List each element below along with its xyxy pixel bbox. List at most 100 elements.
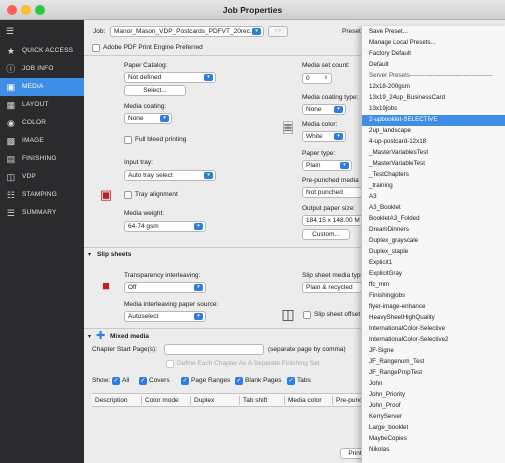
job-select[interactable]: Manor_Mason_VDP_Postcards_PDFVT_20rec.pd… <box>110 26 264 37</box>
mixed-media-disclosure-icon[interactable]: ▾ <box>88 333 91 340</box>
menu-item[interactable]: HeavySheetHighQuality <box>362 313 505 324</box>
show-all-checkbox[interactable]: ✓ <box>112 377 120 385</box>
column-header[interactable]: Tab shift <box>243 397 267 404</box>
sidebar-item-summary[interactable]: ☰ SUMMARY <box>0 204 84 222</box>
media-set-count-stepper[interactable]: 0 ⇕ <box>302 73 332 84</box>
menu-item-manage-presets[interactable]: Manage Local Presets... <box>362 38 505 49</box>
summary-icon: ☰ <box>6 208 16 218</box>
menu-item[interactable]: A3_Booklet <box>362 203 505 214</box>
sidebar-item-stamping[interactable]: ☷ STAMPING <box>0 186 84 204</box>
menu-item[interactable]: John_Priority <box>362 390 505 401</box>
sidebar-item-label: QUICK ACCESS <box>22 47 74 54</box>
menu-item[interactable]: 13x19_24up_BusinessCard <box>362 93 505 104</box>
separate-hint: (separate page by comma) <box>268 346 346 353</box>
interleave-source-select[interactable]: Autoselect ▾ <box>124 311 206 322</box>
column-separator <box>141 396 142 405</box>
full-bleed-checkbox[interactable] <box>124 136 132 144</box>
adobe-pdf-checkbox[interactable] <box>92 44 100 52</box>
custom-size-button[interactable]: Custom... <box>302 229 350 240</box>
stepper-arrows-icon[interactable]: ⇕ <box>324 74 328 83</box>
menu-item[interactable]: _TestChapters <box>362 170 505 181</box>
menu-item[interactable]: 13x19jobs <box>362 104 505 115</box>
transparency-select[interactable]: Off ▾ <box>124 282 206 293</box>
menu-item[interactable]: 2up_landscape <box>362 126 505 137</box>
menu-item[interactable]: _MasterVariableTest <box>362 159 505 170</box>
show-all-label: All <box>122 377 130 384</box>
menu-item[interactable]: Explicit1 <box>362 258 505 269</box>
menu-item[interactable]: flyer-image-enhance <box>362 302 505 313</box>
separate-finishing-set-checkbox[interactable] <box>166 360 174 368</box>
menu-item[interactable]: Finishingjobs <box>362 291 505 302</box>
job-properties-window: Job Properties ☰ ★ QUICK ACCESS ⓘ JOB IN… <box>0 0 505 463</box>
menu-item[interactable]: JF-Signe <box>362 346 505 357</box>
show-covers-checkbox[interactable]: ✓ <box>139 377 147 385</box>
show-page-ranges-checkbox[interactable]: ✓ <box>181 377 189 385</box>
show-tabs-checkbox[interactable]: ✓ <box>287 377 295 385</box>
media-color-select[interactable]: White ▾ <box>302 131 346 142</box>
slip-sheets-disclosure-icon[interactable]: ▾ <box>88 251 91 258</box>
menu-item[interactable]: Large_booklet <box>362 423 505 434</box>
menu-item[interactable]: Nikolas <box>362 445 505 456</box>
tray-alignment-checkbox[interactable] <box>124 191 132 199</box>
sidebar-item-finishing[interactable]: ▤ FINISHING <box>0 150 84 168</box>
menu-item[interactable]: Duplex_staple <box>362 247 505 258</box>
select-paper-button[interactable]: Select... <box>124 85 186 96</box>
pre-punched-select[interactable]: Not punched <box>302 187 362 198</box>
menu-item[interactable]: KerryServer <box>362 412 505 423</box>
sidebar-item-media[interactable]: ▣ MEDIA <box>0 78 84 96</box>
menu-item[interactable]: John_Proof <box>362 401 505 412</box>
column-header[interactable]: Description <box>95 397 128 404</box>
menu-item-selected[interactable]: 2-upbooklet-SELECTIVE <box>362 115 505 126</box>
menu-item[interactable]: InternationalColor-Selective <box>362 324 505 335</box>
media-coating-type-label: Media coating type: <box>302 94 359 101</box>
job-nav-arrows[interactable]: ‹ › <box>268 26 288 37</box>
sidebar-item-job-info[interactable]: ⓘ JOB INFO <box>0 60 84 78</box>
media-coating-select[interactable]: None ▾ <box>124 113 172 124</box>
sidebar-toggle-icon[interactable]: ☰ <box>6 26 16 36</box>
menu-item[interactable]: DreamDinners <box>362 225 505 236</box>
media-coating-type-select[interactable]: None ▾ <box>302 104 346 115</box>
column-header[interactable]: Media color <box>288 397 322 404</box>
slip-sheet-media-type-select[interactable]: Plain & recycled <box>302 282 362 293</box>
chapter-start-input[interactable] <box>164 344 264 355</box>
paper-type-select[interactable]: Plain ▾ <box>302 160 352 171</box>
zoom-window-button[interactable] <box>35 5 45 15</box>
menu-item[interactable]: A3 <box>362 192 505 203</box>
menu-item[interactable]: InternationalColor-Selective2 <box>362 335 505 346</box>
media-weight-select[interactable]: 64-74 gsm ▾ <box>124 221 206 232</box>
stamping-icon: ☷ <box>6 190 16 200</box>
menu-item[interactable]: Duplex_grayscale <box>362 236 505 247</box>
sidebar-item-layout[interactable]: ▦ LAYOUT <box>0 96 84 114</box>
paper-stack-icon: ◫ <box>281 306 295 322</box>
column-header[interactable]: Color mode <box>145 397 179 404</box>
menu-item[interactable]: Default <box>362 60 505 71</box>
menu-item[interactable]: John <box>362 379 505 390</box>
slip-sheet-offset-checkbox[interactable] <box>303 311 311 319</box>
menu-item[interactable]: Factory Default <box>362 49 505 60</box>
menu-item[interactable]: _training <box>362 181 505 192</box>
paper-catalog-select[interactable]: Not defined ▾ <box>124 72 216 83</box>
close-window-button[interactable] <box>7 5 17 15</box>
sidebar-item-quick-access[interactable]: ★ QUICK ACCESS <box>0 42 84 60</box>
column-header[interactable]: Duplex <box>194 397 214 404</box>
minimize-window-button[interactable] <box>21 5 31 15</box>
sidebar-item-image[interactable]: ▩ IMAGE <box>0 132 84 150</box>
menu-item[interactable]: JF_RangePropTest <box>362 368 505 379</box>
output-paper-size-field[interactable]: 184.15 x 148.00 M <box>302 215 366 226</box>
menu-item[interactable]: _MasterVariablesTest <box>362 148 505 159</box>
sidebar-item-vdp[interactable]: ◫ VDP <box>0 168 84 186</box>
job-label: Job: <box>93 28 106 35</box>
slip-sheet-offset-label: Slip sheet offset <box>314 311 361 318</box>
menu-item[interactable]: ExplicitGray <box>362 269 505 280</box>
menu-item[interactable]: BookletA3_Folded <box>362 214 505 225</box>
menu-item-save-preset[interactable]: Save Preset... <box>362 27 505 38</box>
input-tray-select[interactable]: Auto tray select ▾ <box>124 170 216 181</box>
menu-item[interactable]: ffc_mm <box>362 280 505 291</box>
sidebar-item-label: JOB INFO <box>22 65 54 72</box>
menu-item[interactable]: 4-up-postcard-12x18 <box>362 137 505 148</box>
sidebar-item-color[interactable]: ◉ COLOR <box>0 114 84 132</box>
show-blank-pages-checkbox[interactable]: ✓ <box>235 377 243 385</box>
menu-item[interactable]: 12x18-200gsm <box>362 82 505 93</box>
menu-item[interactable]: JF_Rangenum_Test <box>362 357 505 368</box>
menu-item[interactable]: MaybeCopies <box>362 434 505 445</box>
